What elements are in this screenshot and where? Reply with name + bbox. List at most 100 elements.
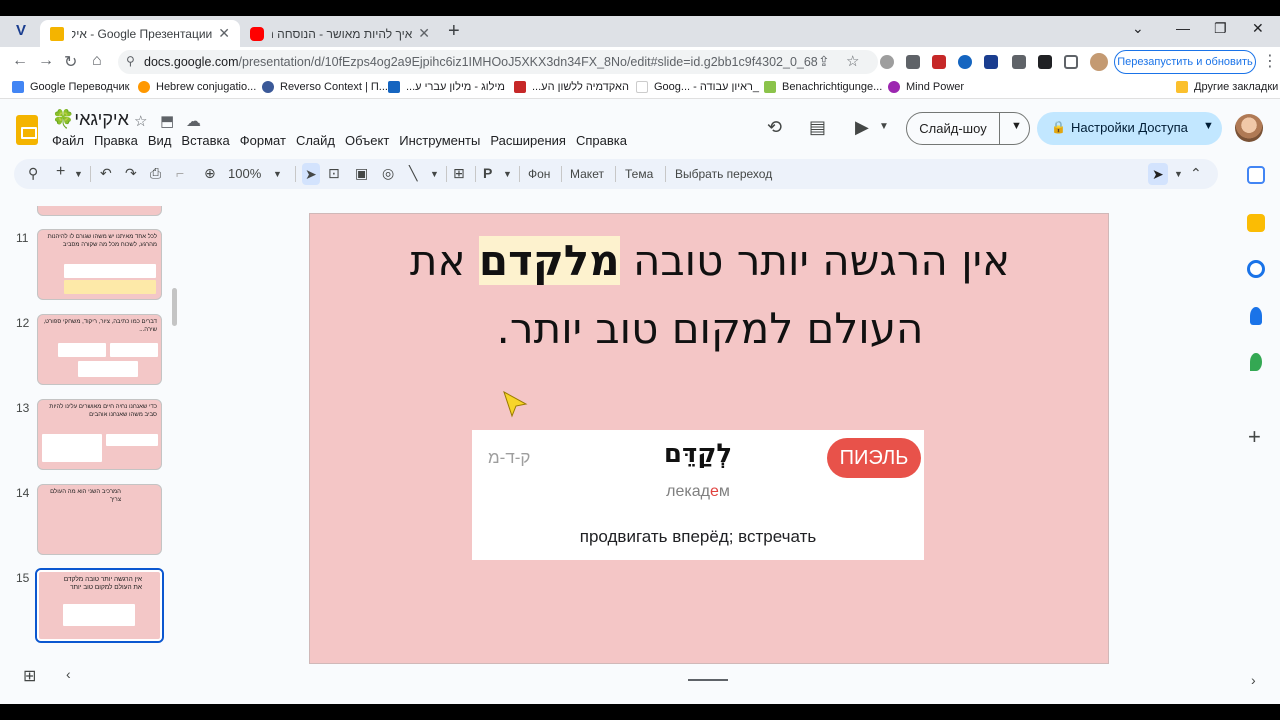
slide-thumbnail-selected[interactable]: אין הרגשה יותר טובה מלקדם את העולם למקום… <box>35 568 164 643</box>
document-title[interactable]: איקיגאי🍀 <box>52 109 129 130</box>
meet-camera-icon[interactable]: ▶ <box>855 117 869 138</box>
slide-thumbnail[interactable]: דברים כמו כתיבה, ציור, ריקוד, משחקי ספור… <box>37 314 162 385</box>
menu-view[interactable]: Вид <box>148 133 172 148</box>
slide-thumbnail[interactable]: כדי שאנחנו נחיה חיים מאושרים עלינו להיות… <box>37 399 162 470</box>
speaker-notes-handle[interactable] <box>688 679 728 681</box>
select-cursor-icon[interactable]: ➤ <box>302 163 320 185</box>
extension-s-icon[interactable] <box>932 55 946 69</box>
back-icon[interactable]: ← <box>12 52 28 70</box>
tab-slides[interactable]: Google Презентации - איקיגאי🍀 ✕ <box>40 20 240 47</box>
reload-icon[interactable]: ↻ <box>64 52 77 72</box>
menu-file[interactable]: Файл <box>52 133 84 148</box>
slide-thumbnail-partial[interactable] <box>37 206 162 216</box>
slides-logo-icon[interactable] <box>16 115 38 145</box>
menu-insert[interactable]: Вставка <box>181 133 229 148</box>
zoom-level[interactable]: 100% <box>228 166 261 181</box>
menu-slide[interactable]: Слайд <box>296 133 335 148</box>
address-bar[interactable]: ⚲ docs.google.com/presentation/d/10fEzps… <box>118 50 878 74</box>
browser-menu-icon[interactable]: V <box>16 22 26 39</box>
paint-format-icon[interactable]: ⌐ <box>176 165 184 181</box>
pointer-mode-icon[interactable]: ➤ <box>1148 163 1168 185</box>
chevron-down-icon[interactable]: ▼ <box>879 121 889 132</box>
bookmark-item[interactable]: Benachrichtigunge... <box>764 81 882 93</box>
keep-icon[interactable] <box>1247 214 1265 232</box>
chevron-down-icon[interactable]: ▼ <box>273 169 282 179</box>
share-button[interactable]: 🔒 Настройки Доступа ▼ <box>1037 112 1222 145</box>
redo-icon[interactable]: ↷ <box>125 165 137 182</box>
extension-grid-icon[interactable] <box>906 55 920 69</box>
slide-canvas[interactable]: אין הרגשה יותר טובה מלקדם את העולם למקום… <box>309 213 1109 664</box>
extension-d-icon[interactable] <box>1038 55 1052 69</box>
menu-tools[interactable]: Инструменты <box>399 133 480 148</box>
minimize-icon[interactable]: — <box>1176 20 1190 36</box>
close-tab-icon[interactable]: ✕ <box>218 25 230 42</box>
star-icon[interactable]: ☆ <box>134 112 147 130</box>
new-slide-icon[interactable]: + <box>56 163 65 181</box>
shape-icon[interactable]: ◎ <box>382 165 394 182</box>
bookmark-star-icon[interactable]: ☆ <box>846 52 859 70</box>
menu-extensions[interactable]: Расширения <box>490 133 566 148</box>
close-window-icon[interactable]: ✕ <box>1252 20 1264 37</box>
bookmark-item[interactable]: האקדמיה ללשון הע... <box>514 81 629 93</box>
maps-icon[interactable] <box>1250 353 1262 371</box>
undo-icon[interactable]: ↶ <box>100 165 112 182</box>
calendar-icon[interactable] <box>1247 166 1265 184</box>
menu-format[interactable]: Формат <box>240 133 286 148</box>
chevron-down-icon[interactable]: ▼ <box>503 169 512 179</box>
add-addon-icon[interactable]: + <box>1248 424 1261 450</box>
bookmark-item[interactable]: Google Переводчик <box>12 81 130 93</box>
line-icon[interactable]: ╲ <box>409 165 417 182</box>
sidepanel-icon[interactable] <box>1064 55 1078 69</box>
browser-more-icon[interactable]: ⋮ <box>1262 51 1278 71</box>
home-icon[interactable]: ⌂ <box>92 52 102 70</box>
chevron-down-icon[interactable]: ▼ <box>430 169 439 179</box>
add-comment-icon[interactable]: ⊞ <box>453 165 465 182</box>
menu-object[interactable]: Объект <box>345 133 389 148</box>
zoom-icon[interactable]: ⊕ <box>204 165 216 182</box>
extensions-puzzle-icon[interactable] <box>1012 55 1026 69</box>
extension-cycle-icon[interactable] <box>958 55 972 69</box>
collapse-toolbar-icon[interactable]: ⌃ <box>1190 165 1202 182</box>
bookmark-item[interactable]: מילוג - מילון עברי ע... <box>388 81 505 93</box>
maximize-icon[interactable]: ❐ <box>1214 20 1227 37</box>
bookmark-item[interactable]: Reverso Context | П... <box>262 81 388 93</box>
slide-title-line-2[interactable]: העולם למקום טוב יותר. <box>310 304 1110 353</box>
slide-thumbnail[interactable]: לכל אחד מאיתנו יש משהו שגורם לו להיהנות … <box>37 229 162 300</box>
close-tab-icon[interactable]: ✕ <box>418 25 430 42</box>
slide-title-line-1[interactable]: אין הרגשה יותר טובה מלקדם את <box>310 236 1110 285</box>
bookmark-item[interactable]: Goog... - ראיון עבודה_ <box>636 81 759 93</box>
share-page-icon[interactable]: ⇪ <box>818 53 830 70</box>
cloud-status-icon[interactable]: ☁ <box>186 112 201 130</box>
layout-button[interactable]: Макет <box>570 167 604 181</box>
other-bookmarks[interactable]: Другие закладки <box>1176 81 1278 93</box>
extension-globe-icon[interactable] <box>880 55 894 69</box>
move-folder-icon[interactable]: ⬒ <box>160 112 174 130</box>
search-menus-icon[interactable]: ⚲ <box>28 165 38 182</box>
chevron-down-icon[interactable]: ▼ <box>1174 169 1183 179</box>
bookmark-item[interactable]: Hebrew conjugatio... <box>138 81 256 93</box>
restart-update-button[interactable]: Перезапустить и обновить <box>1114 50 1256 74</box>
tab-youtube[interactable]: איך להיות מאושר - הנוסחה היפנית ✕ <box>240 20 440 47</box>
expand-side-panel-icon[interactable]: › <box>1251 672 1256 688</box>
menu-help[interactable]: Справка <box>576 133 627 148</box>
transition-button[interactable]: Выбрать переход <box>675 167 772 181</box>
filmstrip-scrollbar[interactable] <box>172 288 177 326</box>
print-icon[interactable]: ⎙ <box>150 165 161 182</box>
text-box-icon[interactable]: ⊡ <box>328 165 340 182</box>
collapse-panel-icon[interactable]: ‹ <box>66 666 71 682</box>
forward-icon[interactable]: → <box>38 52 54 70</box>
theme-button[interactable]: Тема <box>625 167 653 181</box>
tab-search-icon[interactable]: ⌄ <box>1132 20 1144 37</box>
comments-icon[interactable]: ▤ <box>809 117 826 138</box>
chevron-down-icon[interactable]: ▼ <box>74 169 83 179</box>
extension-v-icon[interactable] <box>984 55 998 69</box>
vocabulary-card[interactable]: ק-ד-מ לְקַדֵּם лекадем ПИЭЛЬ продвигать … <box>472 430 924 560</box>
chevron-down-icon[interactable]: ▼ <box>1011 120 1022 132</box>
tasks-icon[interactable] <box>1247 260 1265 278</box>
new-tab-icon[interactable]: + <box>448 20 460 43</box>
slideshow-button[interactable]: Слайд-шоу ▼ <box>906 112 1030 145</box>
avatar[interactable] <box>1235 114 1263 142</box>
version-history-icon[interactable]: ⟲ <box>767 117 782 138</box>
input-tools-icon[interactable]: P <box>483 165 492 181</box>
image-icon[interactable]: ▣ <box>355 165 368 182</box>
